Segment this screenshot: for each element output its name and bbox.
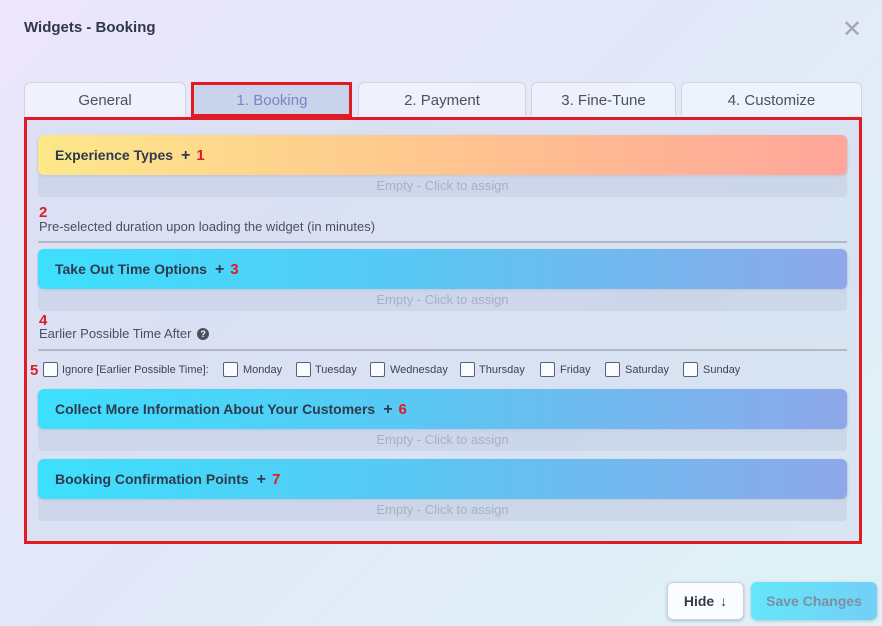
take-out-label: Take Out Time Options bbox=[55, 261, 207, 277]
window-title: Widgets - Booking bbox=[24, 19, 156, 36]
thursday-checkbox[interactable] bbox=[460, 362, 475, 377]
confirmation-empty[interactable]: Empty - Click to assign bbox=[38, 499, 847, 521]
tuesday-label: Tuesday bbox=[315, 364, 357, 376]
marker-6: 6 bbox=[398, 401, 407, 418]
tab-fine-tune[interactable]: 3. Fine-Tune bbox=[531, 82, 676, 116]
friday-label: Friday bbox=[560, 364, 591, 376]
earlier-time-label-row: Earlier Possible Time After ? bbox=[39, 326, 210, 341]
confirmation-points-header[interactable]: Booking Confirmation Points +7 bbox=[38, 459, 847, 499]
experience-types-header[interactable]: Experience Types +1 bbox=[38, 135, 847, 175]
collect-info-label: Collect More Information About Your Cust… bbox=[55, 401, 376, 417]
sunday-checkbox[interactable] bbox=[683, 362, 698, 377]
experience-types-label: Experience Types bbox=[55, 147, 174, 163]
marker-5: 5 bbox=[30, 362, 39, 379]
save-changes-button[interactable]: Save Changes bbox=[751, 582, 877, 620]
experience-types-empty[interactable]: Empty - Click to assign bbox=[38, 175, 847, 197]
collect-info-header[interactable]: Collect More Information About Your Cust… bbox=[38, 389, 847, 429]
wednesday-checkbox[interactable] bbox=[370, 362, 385, 377]
duration-input-line[interactable] bbox=[38, 241, 847, 243]
add-experience-type-icon[interactable]: + bbox=[181, 147, 190, 164]
ignore-checkbox[interactable] bbox=[43, 362, 58, 377]
wednesday-label: Wednesday bbox=[390, 364, 448, 376]
ignore-label: Ignore [Earlier Possible Time]: bbox=[62, 364, 209, 376]
monday-checkbox[interactable] bbox=[223, 362, 238, 377]
hide-label: Hide bbox=[683, 593, 715, 609]
tuesday-checkbox[interactable] bbox=[296, 362, 311, 377]
marker-3: 3 bbox=[230, 261, 239, 278]
friday-checkbox[interactable] bbox=[540, 362, 555, 377]
help-icon[interactable]: ? bbox=[197, 328, 210, 340]
tab-payment[interactable]: 2. Payment bbox=[358, 82, 526, 116]
close-icon[interactable]: ✕ bbox=[842, 18, 862, 42]
saturday-label: Saturday bbox=[625, 364, 670, 376]
add-take-out-icon[interactable]: + bbox=[215, 261, 224, 278]
earlier-time-label: Earlier Possible Time After bbox=[39, 326, 192, 341]
marker-1: 1 bbox=[196, 147, 205, 164]
sunday-label: Sunday bbox=[703, 364, 741, 376]
duration-label: Pre-selected duration upon loading the w… bbox=[39, 219, 376, 234]
tab-customize[interactable]: 4. Customize bbox=[681, 82, 862, 116]
hide-button[interactable]: Hide ↓ bbox=[667, 582, 744, 620]
add-collect-info-icon[interactable]: + bbox=[383, 401, 392, 418]
collect-info-empty[interactable]: Empty - Click to assign bbox=[38, 429, 847, 451]
take-out-time-options-header[interactable]: Take Out Time Options +3 bbox=[38, 249, 847, 289]
thursday-label: Thursday bbox=[479, 364, 525, 376]
earlier-time-input-line[interactable] bbox=[38, 349, 847, 351]
add-confirmation-icon[interactable]: + bbox=[257, 471, 266, 488]
marker-7: 7 bbox=[272, 471, 281, 488]
arrow-down-icon: ↓ bbox=[720, 593, 728, 609]
saturday-checkbox[interactable] bbox=[605, 362, 620, 377]
confirmation-label: Booking Confirmation Points bbox=[55, 471, 249, 487]
active-tab-highlight bbox=[191, 82, 352, 117]
monday-label: Monday bbox=[243, 364, 283, 376]
tab-general[interactable]: General bbox=[24, 82, 186, 116]
take-out-empty[interactable]: Empty - Click to assign bbox=[38, 289, 847, 311]
